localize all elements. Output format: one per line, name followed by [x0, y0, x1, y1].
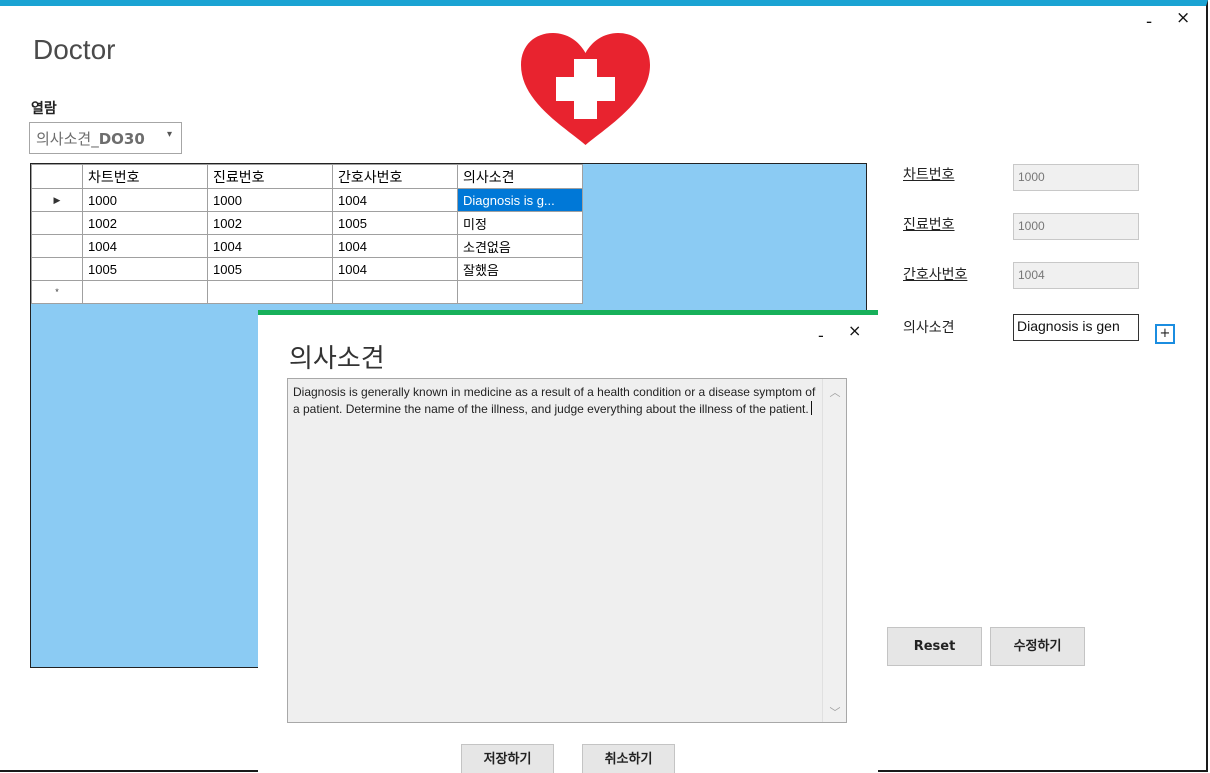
- opinion-dialog: - × 의사소견 Diagnosis is generally known in…: [258, 310, 878, 773]
- view-label: 열람: [31, 101, 57, 117]
- table-cell[interactable]: 1004: [207, 234, 333, 258]
- column-header[interactable]: 간호사번호: [332, 164, 458, 189]
- table-cell[interactable]: 1002: [207, 211, 333, 235]
- opinion-text: Diagnosis is generally known in medicine…: [293, 385, 816, 416]
- opinion-textarea[interactable]: Diagnosis is generally known in medicine…: [287, 378, 847, 723]
- view-combo-prefix: 의사소견_: [36, 130, 99, 148]
- edit-button[interactable]: 수정하기: [990, 627, 1085, 666]
- expand-opinion-button[interactable]: +: [1155, 324, 1175, 344]
- treatment-number-field[interactable]: 1000: [1013, 213, 1139, 240]
- scroll-down-icon[interactable]: ﹀: [823, 704, 847, 720]
- table-cell[interactable]: 1004: [332, 234, 458, 258]
- table-cell[interactable]: 1000: [82, 188, 208, 212]
- heart-cross-logo: [521, 33, 650, 145]
- chart-number-field[interactable]: 1000: [1013, 164, 1139, 191]
- table-cell[interactable]: 1002: [82, 211, 208, 235]
- records-table: 차트번호 진료번호 간호사번호 의사소견 ▶ 1000 1000 1004 Di…: [31, 164, 583, 304]
- row-header[interactable]: [31, 234, 83, 258]
- column-header[interactable]: 의사소견: [457, 164, 583, 189]
- treatment-number-label: 진료번호: [903, 217, 955, 233]
- table-cell[interactable]: 미정: [457, 211, 583, 235]
- row-header[interactable]: [31, 211, 83, 235]
- close-button[interactable]: ×: [1176, 10, 1190, 27]
- table-cell[interactable]: 소견없음: [457, 234, 583, 258]
- column-header[interactable]: 차트번호: [82, 164, 208, 189]
- table-cell[interactable]: [332, 280, 458, 304]
- nurse-number-field[interactable]: 1004: [1013, 262, 1139, 289]
- table-cell[interactable]: [82, 280, 208, 304]
- view-combo[interactable]: 의사소견_DO30 ▾: [29, 122, 182, 154]
- text-caret: [810, 401, 812, 415]
- minimize-button[interactable]: -: [1146, 14, 1152, 31]
- save-button[interactable]: 저장하기: [461, 744, 554, 773]
- dialog-minimize-button[interactable]: -: [818, 328, 824, 344]
- table-cell[interactable]: 1005: [332, 211, 458, 235]
- table-cell[interactable]: 1005: [82, 257, 208, 281]
- row-indicator-icon[interactable]: ▶: [31, 188, 83, 212]
- new-row[interactable]: *: [31, 280, 583, 304]
- column-header[interactable]: 진료번호: [207, 164, 333, 189]
- table-header-row: 차트번호 진료번호 간호사번호 의사소견: [31, 164, 583, 189]
- chart-number-label: 차트번호: [903, 167, 955, 183]
- table-cell[interactable]: 1004: [82, 234, 208, 258]
- table-row[interactable]: ▶ 1000 1000 1004 Diagnosis is g...: [31, 188, 583, 212]
- vertical-scrollbar[interactable]: ︿ ﹀: [822, 379, 846, 722]
- table-cell[interactable]: 1004: [332, 257, 458, 281]
- table-row[interactable]: 1005 1005 1004 잘했음: [31, 257, 583, 281]
- row-header-corner: [31, 164, 83, 189]
- table-row[interactable]: 1002 1002 1005 미정: [31, 211, 583, 235]
- table-row[interactable]: 1004 1004 1004 소견없음: [31, 234, 583, 258]
- app-title: Doctor: [33, 34, 116, 65]
- table-cell[interactable]: [457, 280, 583, 304]
- new-row-icon[interactable]: *: [31, 280, 83, 304]
- row-header[interactable]: [31, 257, 83, 281]
- view-combo-value: DO30: [98, 130, 145, 148]
- cancel-button[interactable]: 취소하기: [582, 744, 675, 773]
- table-cell[interactable]: 잘했음: [457, 257, 583, 281]
- dialog-title: 의사소견: [289, 344, 385, 374]
- doctor-opinion-label: 의사소견: [903, 320, 955, 336]
- scroll-up-icon[interactable]: ︿: [823, 384, 847, 400]
- table-cell[interactable]: 1004: [332, 188, 458, 212]
- table-cell[interactable]: 1000: [207, 188, 333, 212]
- table-cell[interactable]: [207, 280, 333, 304]
- dialog-close-button[interactable]: ×: [848, 323, 861, 339]
- table-cell-selected[interactable]: Diagnosis is g...: [457, 188, 583, 212]
- reset-button[interactable]: Reset: [887, 627, 982, 666]
- nurse-number-label: 간호사번호: [903, 267, 968, 283]
- table-cell[interactable]: 1005: [207, 257, 333, 281]
- chevron-down-icon[interactable]: ▾: [167, 129, 172, 140]
- doctor-opinion-field[interactable]: Diagnosis is gen: [1013, 314, 1139, 341]
